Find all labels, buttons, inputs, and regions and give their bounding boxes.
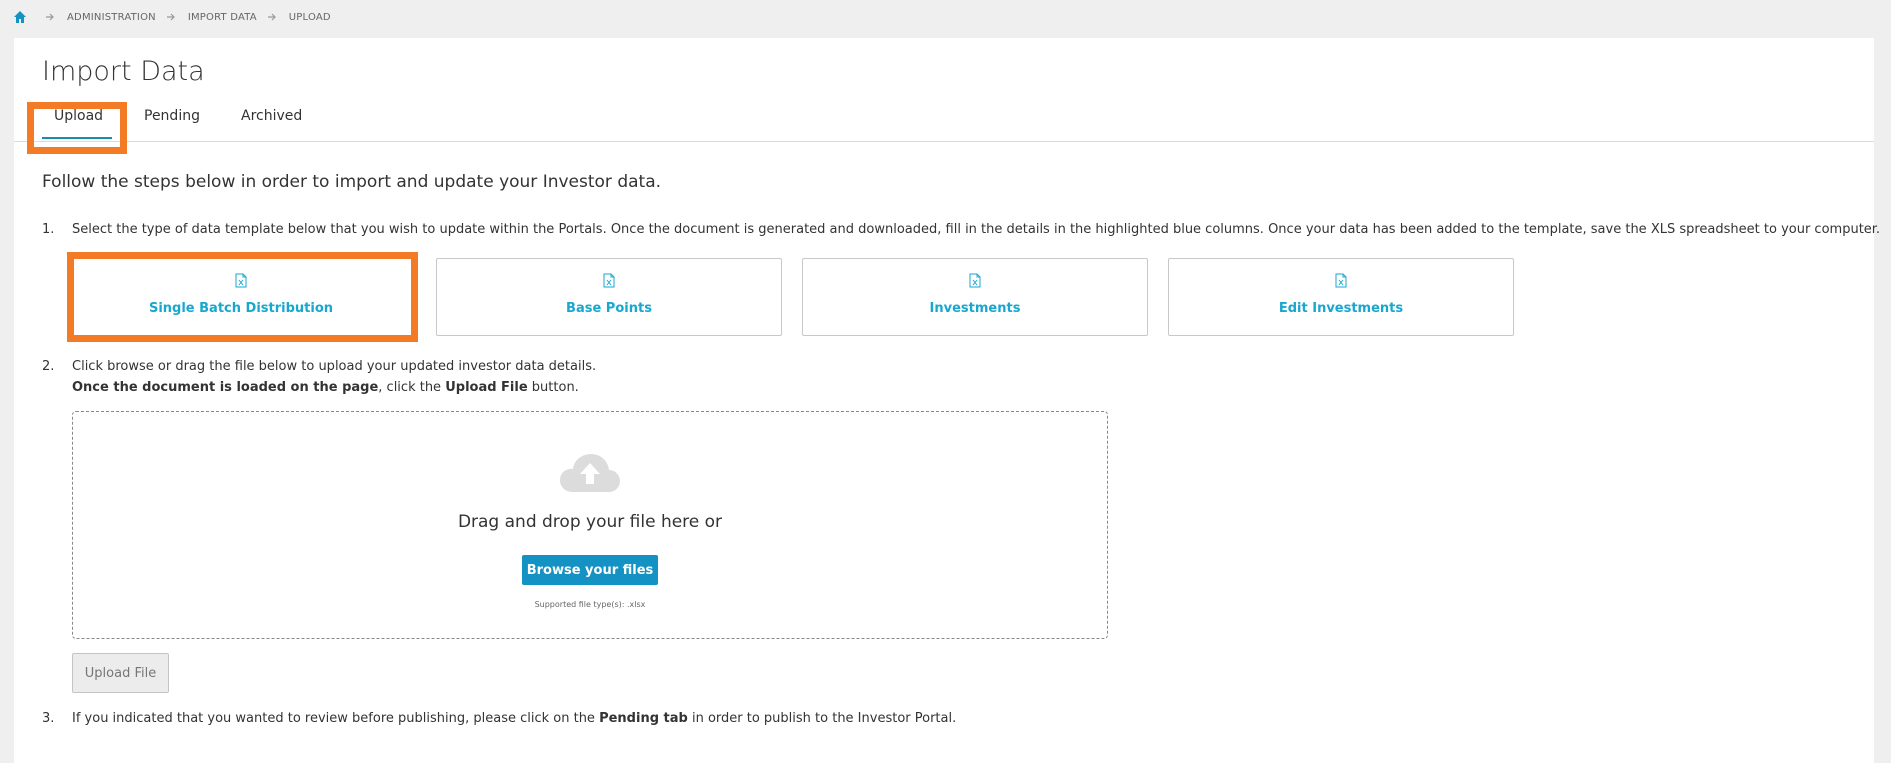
upload-file-button[interactable]: Upload File: [72, 653, 169, 693]
template-edit-investments[interactable]: Edit Investments: [1168, 258, 1514, 336]
cloud-upload-icon: [560, 454, 620, 492]
supported-file-types: Supported file type(s): .xlsx: [534, 600, 646, 609]
dropzone-text: Drag and drop your file here or: [457, 512, 723, 532]
chevron-right-icon: [46, 13, 54, 21]
excel-file-icon: [235, 273, 247, 288]
tab-pending[interactable]: Pending: [144, 108, 200, 124]
active-tab-indicator: [42, 137, 112, 139]
chevron-right-icon: [267, 13, 276, 21]
step-2-bold: Once the document is loaded on the page: [72, 380, 379, 395]
step-number: 1.: [42, 222, 55, 237]
excel-file-icon: [603, 273, 615, 288]
template-label: Single Batch Distribution: [148, 301, 334, 316]
step-text: If you indicated that you wanted to revi…: [72, 708, 956, 729]
breadcrumb: ADMINISTRATION IMPORT DATA UPLOAD: [13, 10, 331, 24]
home-icon[interactable]: [13, 10, 27, 24]
tab-bar: Upload Pending Archived: [14, 100, 1874, 142]
file-dropzone[interactable]: Drag and drop your file here or Browse y…: [72, 411, 1108, 639]
step-text: Click browse or drag the file below to u…: [72, 356, 596, 398]
breadcrumb-import-data[interactable]: IMPORT DATA: [188, 12, 257, 23]
template-label: Investments: [929, 301, 1021, 316]
step-2-line-1: Click browse or drag the file below to u…: [72, 359, 597, 374]
step-2-end: button.: [527, 380, 579, 395]
template-single-batch-distribution[interactable]: Single Batch Distribution: [68, 258, 414, 336]
template-investments[interactable]: Investments: [802, 258, 1148, 336]
step-3-post: in order to publish to the Investor Port…: [687, 711, 957, 726]
step-number: 2.: [42, 359, 55, 374]
template-base-points[interactable]: Base Points: [436, 258, 782, 336]
excel-file-icon: [969, 273, 981, 288]
page-title: Import Data: [42, 56, 205, 87]
step-text: Select the type of data template below t…: [72, 222, 1881, 237]
step-3-pre: If you indicated that you wanted to revi…: [72, 711, 600, 726]
intro-text: Follow the steps below in order to impor…: [42, 172, 662, 192]
template-label: Base Points: [566, 301, 652, 316]
breadcrumb-administration[interactable]: ADMINISTRATION: [67, 12, 156, 23]
step-2-mid: , click the: [378, 380, 446, 395]
template-label: Edit Investments: [1278, 301, 1404, 316]
breadcrumb-upload: UPLOAD: [288, 11, 331, 23]
step-3-bold: Pending tab: [599, 711, 688, 726]
excel-file-icon: [1335, 273, 1347, 288]
chevron-right-icon: [166, 13, 175, 21]
browse-files-button[interactable]: Browse your files: [522, 555, 658, 585]
main-panel: Import Data Upload Pending Archived Foll…: [14, 38, 1880, 763]
step-number: 3.: [42, 711, 55, 726]
tab-archived[interactable]: Archived: [241, 108, 302, 124]
tab-upload[interactable]: Upload: [54, 108, 103, 124]
step-2-bold-upload: Upload File: [445, 380, 528, 395]
